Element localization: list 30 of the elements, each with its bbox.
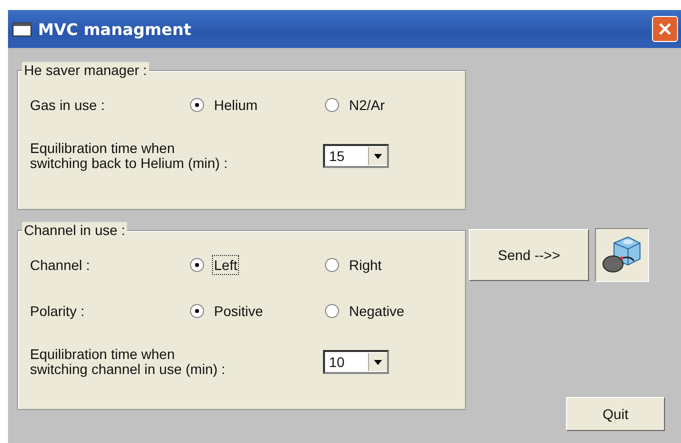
group-title: Channel in use : [22, 222, 128, 238]
option-label[interactable]: N2/Ar [347, 95, 387, 115]
option-label[interactable]: Right [347, 255, 384, 275]
window-title: MVC managment [38, 20, 192, 38]
send-button[interactable]: Send -->> [469, 229, 589, 281]
option-label[interactable]: Left [212, 255, 240, 275]
radio-button[interactable] [190, 98, 204, 112]
option-label[interactable]: Negative [347, 301, 406, 321]
window-icon [12, 21, 32, 37]
device-button[interactable] [595, 228, 649, 282]
quit-button[interactable]: Quit [566, 397, 665, 431]
field-label: Equilibration time when switching channel in use (min) : [30, 347, 226, 377]
field-label: Polarity : [30, 303, 86, 319]
caret-icon [374, 360, 382, 364]
field-label: Gas in use : [30, 97, 106, 113]
radio-button[interactable] [190, 258, 204, 272]
option-label[interactable]: Positive [212, 301, 266, 321]
dropdown[interactable]: 10 [323, 350, 389, 374]
radio-button[interactable] [325, 304, 339, 318]
radio-button[interactable] [190, 304, 204, 318]
close-button[interactable] [652, 16, 678, 42]
radio-button[interactable] [325, 258, 339, 272]
radio-button[interactable] [325, 98, 339, 112]
dropdown[interactable]: 15 [323, 144, 389, 168]
close-icon [658, 22, 672, 36]
group-title: He saver manager : [22, 62, 149, 78]
caret-icon [374, 154, 382, 158]
field-label: Equilibration time when switching back to Helium (min) : [30, 141, 229, 171]
option-label[interactable]: Helium [212, 95, 260, 115]
field-label: Channel : [30, 257, 91, 273]
